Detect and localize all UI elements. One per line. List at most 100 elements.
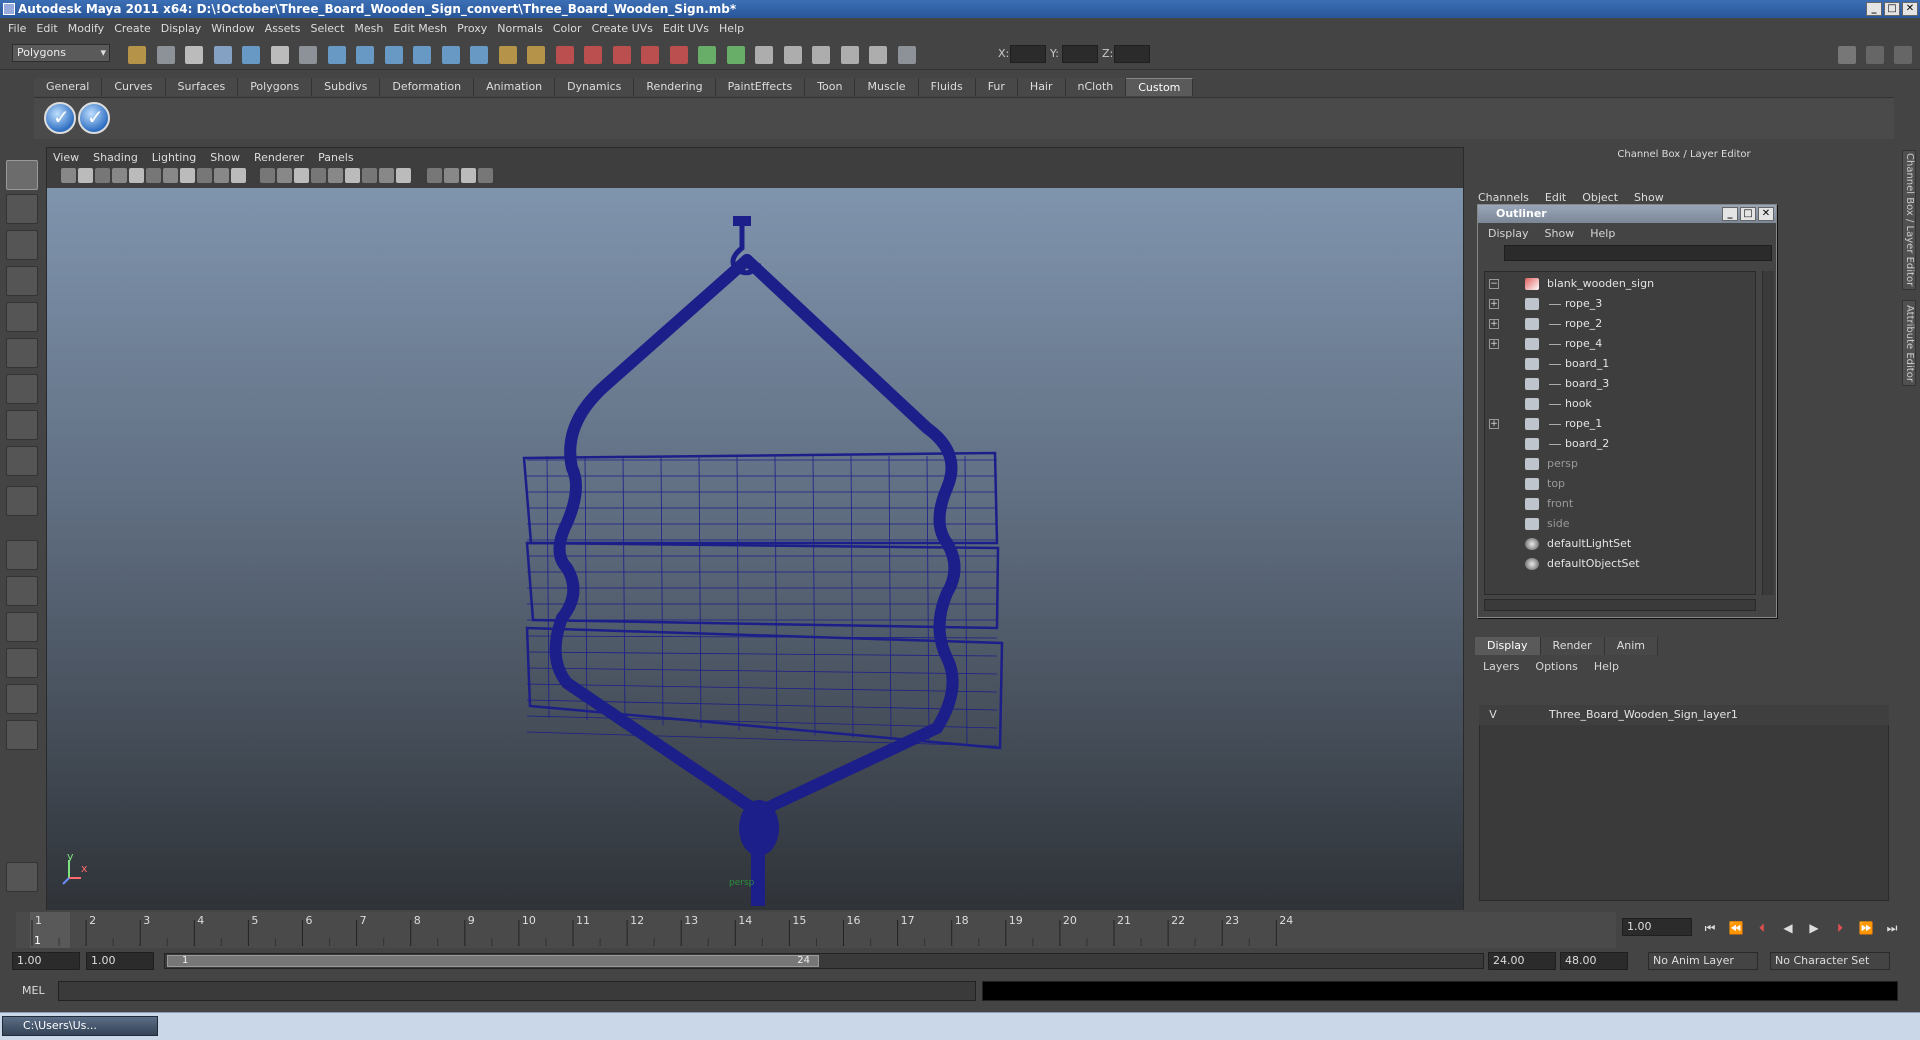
outliner-expander-icon[interactable]: + — [1489, 339, 1499, 349]
shelf-tab-custom[interactable]: Custom — [1126, 78, 1194, 96]
output-ops-icon[interactable] — [726, 46, 745, 64]
bookmark-icon[interactable] — [95, 168, 110, 183]
anim-layer-dropdown[interactable]: No Anim Layer — [1648, 952, 1758, 970]
custom-shelf-check-icon-2[interactable] — [78, 102, 110, 134]
outliner-item-rope-1[interactable]: + rope_1 — [1485, 414, 1755, 434]
range-handle[interactable]: 1 24 — [167, 955, 819, 967]
shelf-tab-animation[interactable]: Animation — [474, 78, 556, 96]
selection-mask-icon[interactable] — [299, 46, 317, 64]
graph-icon[interactable] — [869, 46, 887, 64]
channel-box-menu-show[interactable]: Show — [1634, 191, 1664, 204]
construction-history-icon[interactable] — [498, 46, 517, 64]
film-gate-icon[interactable] — [180, 168, 195, 183]
outliner-item-board-1[interactable]: board_1 — [1485, 354, 1755, 374]
single-perspective-layout-icon[interactable] — [6, 540, 38, 570]
xray-joints-icon[interactable] — [461, 168, 476, 183]
play-forwards-icon[interactable]: ▶ — [1804, 920, 1824, 936]
panel-menu-renderer[interactable]: Renderer — [254, 151, 304, 164]
shelf-tab-dynamics[interactable]: Dynamics — [555, 78, 635, 96]
transform-icon[interactable] — [897, 46, 916, 64]
playback-start-field[interactable]: 1.00 — [86, 952, 154, 970]
layer-tab-display[interactable]: Display — [1475, 637, 1541, 655]
paint-select-tool-icon[interactable] — [6, 230, 38, 260]
two-d-pan-icon[interactable] — [129, 168, 144, 183]
outliner-vertical-scrollbar[interactable] — [1762, 271, 1774, 595]
rotate-tool-icon[interactable] — [6, 302, 38, 332]
outliner-item-side[interactable]: side — [1485, 514, 1755, 534]
tool-settings-icon[interactable] — [812, 46, 830, 64]
menu-select[interactable]: Select — [308, 22, 352, 35]
menu-set-dropdown[interactable]: Polygons — [12, 44, 110, 62]
default-light-icon[interactable] — [362, 168, 377, 183]
outliner-item-top[interactable]: top — [1485, 474, 1755, 494]
shelf-tab-painteffects[interactable]: PaintEffects — [715, 78, 806, 96]
channel-box-menu-edit[interactable]: Edit — [1545, 191, 1566, 204]
layer-menu-layers[interactable]: Layers — [1483, 660, 1519, 673]
scale-tool-icon[interactable] — [6, 338, 38, 368]
panel-menu-shading[interactable]: Shading — [93, 151, 138, 164]
menu-assets[interactable]: Assets — [263, 22, 309, 35]
shelf-tab-subdivs[interactable]: Subdivs — [312, 78, 381, 96]
layer-tab-anim[interactable]: Anim — [1604, 637, 1658, 655]
character-set-dropdown[interactable]: No Character Set — [1770, 952, 1890, 970]
gate-mask-icon[interactable] — [214, 168, 229, 183]
layer-menu-options[interactable]: Options — [1535, 660, 1577, 673]
last-tool-icon[interactable] — [6, 486, 38, 516]
outliner-item-board-2[interactable]: board_2 — [1485, 434, 1755, 454]
menu-create[interactable]: Create — [112, 22, 159, 35]
z-field[interactable] — [1114, 45, 1150, 63]
panel-menu-show[interactable]: Show — [210, 151, 240, 164]
mel-command-input[interactable] — [58, 981, 976, 1001]
menu-modify[interactable]: Modify — [66, 22, 112, 35]
end-time-field[interactable]: 48.00 — [1560, 952, 1628, 970]
safe-title-icon[interactable] — [277, 168, 292, 183]
isolate-select-icon[interactable] — [427, 168, 442, 183]
select-camera-icon[interactable] — [78, 168, 93, 183]
persp-outliner-layout-icon[interactable] — [6, 612, 38, 642]
go-to-end-icon[interactable]: ⏭ — [1882, 920, 1902, 936]
select-by-object-icon[interactable] — [242, 46, 260, 64]
layout-icon[interactable] — [1838, 46, 1856, 64]
outliner-item-defaultlightset[interactable]: defaultLightSet — [1485, 534, 1755, 554]
show-manipulator-icon[interactable] — [6, 446, 38, 476]
outliner-item-rope-2[interactable]: + rope_2 — [1485, 314, 1755, 334]
attribute-editor-side-tab[interactable]: Attribute Editor — [1902, 300, 1916, 386]
render-settings-icon[interactable] — [612, 46, 631, 64]
make-live-icon[interactable] — [527, 46, 545, 64]
channel-box-menu-channels[interactable]: Channels — [1478, 191, 1529, 204]
time-slider[interactable]: 1 2 3 4 5 6 7 8 9 10 11 12 13 14 15 16 17 18 19 20 21 22 23 24 1 — [16, 912, 1616, 948]
input-ops-icon[interactable] — [698, 46, 716, 64]
wireframe-icon[interactable] — [294, 168, 309, 183]
snap-curve-icon[interactable] — [356, 46, 374, 64]
outliner-item-persp[interactable]: persp — [1485, 454, 1755, 474]
wireframe-on-shaded-icon[interactable] — [328, 168, 343, 183]
menu-edit-uvs[interactable]: Edit UVs — [661, 22, 717, 35]
outliner-item-board-3[interactable]: board_3 — [1485, 374, 1755, 394]
all-lights-icon[interactable] — [379, 168, 394, 183]
outliner-title-bar[interactable]: Outliner _ □ ✕ — [1478, 205, 1776, 223]
outliner-item-front[interactable]: front — [1485, 494, 1755, 514]
universal-manipulator-icon[interactable] — [6, 374, 38, 404]
channel-box-side-tab[interactable]: Channel Box / Layer Editor — [1902, 150, 1916, 290]
soft-modification-icon[interactable] — [6, 410, 38, 440]
smooth-shade-icon[interactable] — [311, 168, 326, 183]
outliner-expander-icon[interactable]: − — [1489, 279, 1499, 289]
step-forward-key-icon[interactable]: ⏵ — [1830, 920, 1850, 936]
four-view-layout-icon[interactable] — [6, 576, 38, 606]
minimized-window-item[interactable]: C:\Users\Us... — [2, 1016, 158, 1036]
script-editor-icon[interactable] — [755, 46, 773, 64]
snap-view-plane-icon[interactable] — [413, 46, 431, 64]
resolution-gate-icon[interactable] — [197, 168, 212, 183]
tool-settings-toggle-icon[interactable] — [1894, 46, 1912, 64]
outliner-item-rope-4[interactable]: + rope_4 — [1485, 334, 1755, 354]
y-field[interactable] — [1062, 45, 1098, 63]
menu-edit-mesh[interactable]: Edit Mesh — [391, 22, 455, 35]
xray-icon[interactable] — [444, 168, 459, 183]
move-tool-icon[interactable] — [6, 266, 38, 296]
select-by-component-icon[interactable] — [270, 46, 289, 64]
render-icon[interactable] — [555, 46, 574, 64]
outliner-item-hook[interactable]: hook — [1485, 394, 1755, 414]
outliner-close-button[interactable]: ✕ — [1758, 207, 1774, 221]
step-back-key-icon[interactable]: ⏴ — [1752, 920, 1772, 936]
outliner-menu-show[interactable]: Show — [1545, 227, 1575, 240]
